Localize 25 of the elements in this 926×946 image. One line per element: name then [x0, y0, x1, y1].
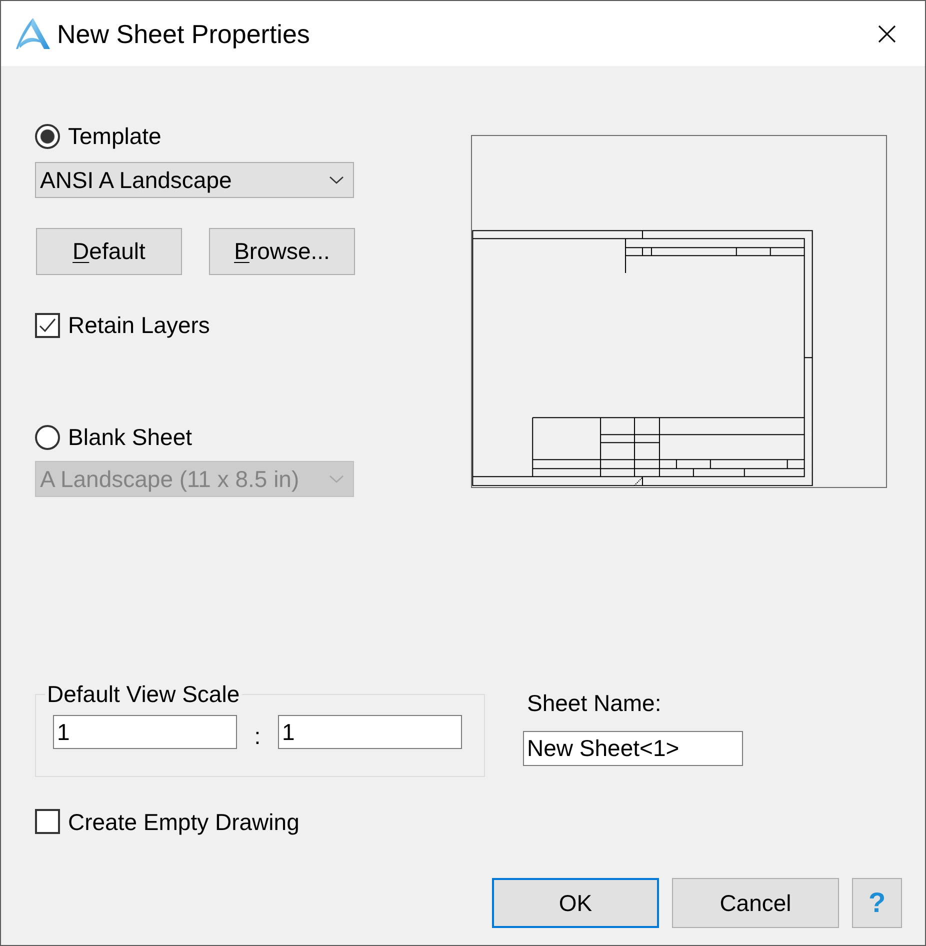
window-title: New Sheet Properties	[57, 18, 310, 48]
sheet-name-label: Sheet Name:	[526, 690, 662, 716]
ok-button[interactable]: OK	[492, 878, 659, 928]
scale-input-field[interactable]: 1	[278, 715, 462, 749]
group-box-title: Default View Scale	[46, 681, 241, 707]
ratio-separator: :	[253, 723, 262, 749]
close-button[interactable]	[878, 24, 896, 42]
chevron-down-icon	[329, 475, 344, 483]
cancel-button[interactable]: Cancel	[672, 878, 839, 928]
close-icon	[878, 24, 896, 42]
checkbox[interactable]	[35, 809, 60, 834]
radio-button[interactable]	[35, 124, 60, 148]
browse-button[interactable]: Browse...	[209, 228, 355, 275]
default-button[interactable]: Default	[36, 228, 182, 275]
scale-input-field[interactable]: 1	[53, 715, 237, 749]
checkbox[interactable]	[35, 312, 60, 338]
app-logo-icon	[15, 16, 51, 50]
dropdown[interactable]: ANSI A Landscape	[35, 162, 354, 198]
chevron-down-icon	[329, 176, 344, 184]
radio-label[interactable]: Template	[68, 123, 162, 149]
radio-label[interactable]: Blank Sheet	[68, 424, 192, 450]
checkbox-label[interactable]: Retain Layers	[68, 312, 210, 338]
radio-button[interactable]	[35, 424, 60, 450]
sheet-name-input-field[interactable]: New Sheet<1>	[523, 731, 743, 766]
checkbox-label[interactable]: Create Empty Drawing	[68, 808, 300, 834]
